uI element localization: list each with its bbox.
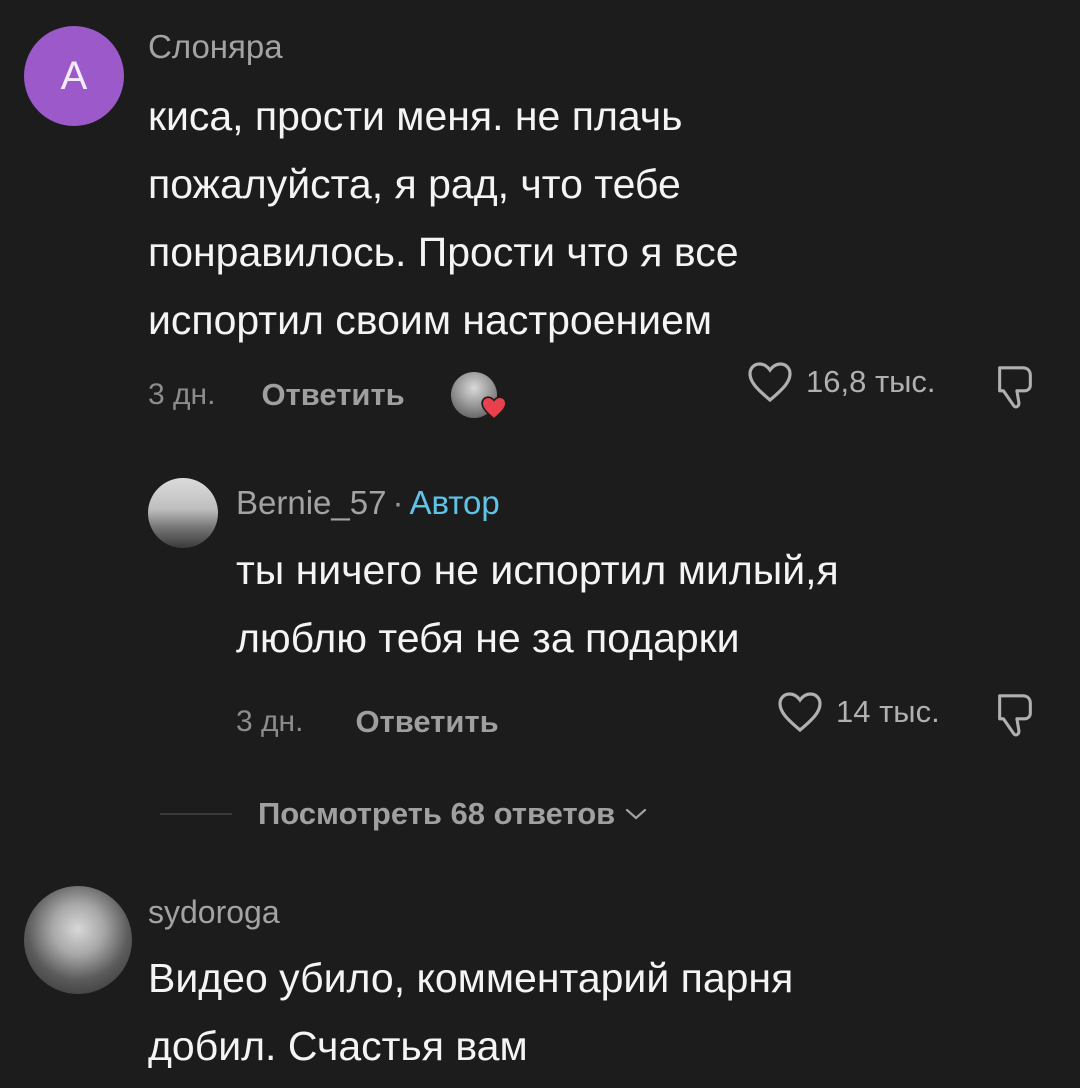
creator-liked-badge [450,372,507,420]
like-button[interactable]: 16,8 тыс. [746,360,936,404]
comment-time: 3 дн. [148,378,216,411]
comment-text-line: понравилось. Прости что я все [148,229,739,275]
avatar[interactable] [24,886,132,994]
chevron-down-icon [626,808,647,820]
avatar[interactable]: A [24,26,124,126]
reply-text-line: ты ничего не испортил милый,я [236,547,839,593]
reply-time: 3 дн. [236,705,304,738]
reply-text-line: люблю тебя не за подарки [236,615,740,661]
comment-text: киса, прости меня. не плачь пожалуйста, … [148,82,739,354]
reply-text: ты ничего не испортил милый,я люблю тебя… [236,536,839,672]
reply-meta: 3 дн. Ответить [236,704,499,740]
reply-button[interactable]: Ответить [355,704,498,740]
comment-username[interactable]: Слоняра [148,28,283,66]
comment-meta: 3 дн. Ответить [148,372,507,420]
comment-text-line: киса, прости меня. не плачь [148,93,683,139]
avatar[interactable] [148,478,218,548]
dislike-icon[interactable] [992,362,1038,412]
reply-username-row: Bernie_57 · Автор [236,484,500,522]
comments-panel: A Слоняра киса, прости меня. не плачь по… [0,0,1080,1088]
comment-text-line: пожалуйста, я рад, что тебе [148,161,681,207]
author-badge: Автор [409,484,500,521]
like-count: 14 тыс. [836,694,940,729]
separator: · [392,484,404,521]
view-replies-button[interactable]: Посмотреть 68 ответов [160,796,647,832]
comment-text-line: испортил своим настроением [148,297,713,343]
like-count: 16,8 тыс. [806,364,936,399]
comment-text-line: добил. Счастья вам [148,1023,528,1069]
reply-username[interactable]: Bernie_57 [236,484,386,521]
view-replies-label: Посмотреть 68 ответов [258,796,616,831]
avatar-letter: A [60,53,88,98]
heart-badge-icon [480,396,507,420]
dislike-icon[interactable] [992,690,1038,740]
like-button[interactable]: 14 тыс. [776,690,940,734]
reply-button[interactable]: Ответить [261,377,404,413]
divider-line [160,813,232,815]
comment-text: Видео убило, комментарий парня добил. Сч… [148,944,793,1080]
comment-username[interactable]: sydoroga [148,894,280,931]
heart-outline-icon [748,362,792,403]
comment-text-line: Видео убило, комментарий парня [148,955,794,1001]
heart-outline-icon [778,692,822,733]
